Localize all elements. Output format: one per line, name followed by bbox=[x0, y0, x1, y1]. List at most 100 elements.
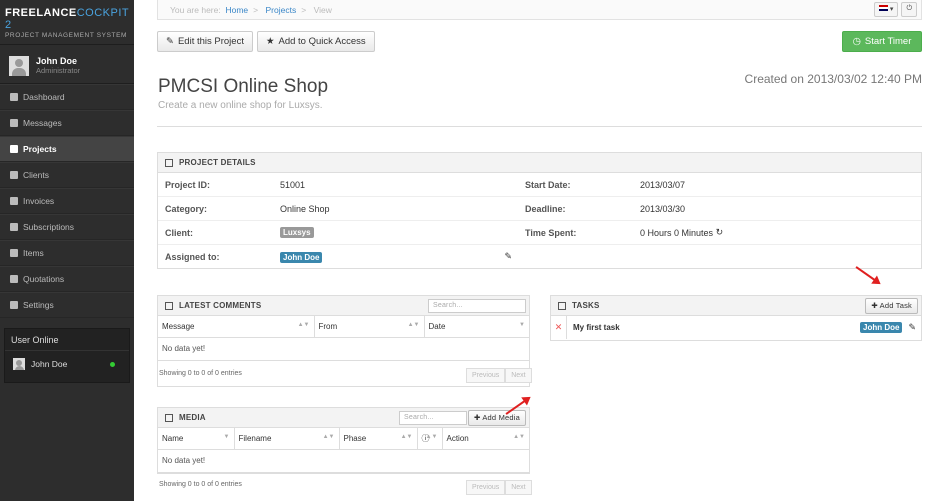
previous-button[interactable]: Previous bbox=[466, 480, 506, 495]
sidebar-item-items[interactable]: Items bbox=[0, 240, 134, 266]
panel-header: MEDIA Search... ✚ Add Media bbox=[158, 408, 529, 428]
sidebar-item-label: Settings bbox=[23, 300, 54, 310]
online-user-name: John Doe bbox=[31, 359, 68, 369]
project-details-panel: PROJECT DETAILS Project ID: 51001 Start … bbox=[157, 152, 922, 269]
language-selector[interactable]: ▾ bbox=[873, 2, 899, 17]
sidebar: FREELANCECOCKPIT 2 PROJECT MANAGEMENT SY… bbox=[0, 0, 134, 501]
task-assignee-tag[interactable]: John Doe bbox=[860, 322, 903, 333]
sidebar-item-dashboard[interactable]: Dashboard bbox=[0, 84, 134, 110]
star-icon: ★ bbox=[265, 36, 275, 47]
sidebar-item-settings[interactable]: Settings bbox=[0, 292, 134, 318]
column-header[interactable]: Action ▲▼ bbox=[442, 428, 529, 450]
category-label: Category: bbox=[158, 197, 273, 221]
online-user[interactable]: John Doe bbox=[5, 351, 129, 370]
main-content: You are here: Home > Projects > View ▾ ⏻ ✎… bbox=[157, 0, 922, 495]
sidebar-item-messages[interactable]: Messages bbox=[0, 110, 134, 136]
clock-icon: ◷ bbox=[852, 36, 861, 47]
app-logo[interactable]: FREELANCECOCKPIT 2 PROJECT MANAGEMENT SY… bbox=[0, 0, 134, 45]
comments-table: Message ▲▼ From ▲▼ Date ▼ No data yet! bbox=[158, 316, 529, 361]
flag-icon bbox=[878, 5, 888, 11]
subscription-icon bbox=[10, 223, 18, 231]
logout-button[interactable]: ⏻ bbox=[901, 2, 917, 17]
column-label: Action bbox=[446, 433, 469, 443]
assigned-label: Assigned to: bbox=[165, 252, 220, 262]
edit-project-button[interactable]: ✎ Edit this Project bbox=[157, 31, 253, 52]
plus-icon: ✚ bbox=[871, 301, 878, 310]
user-role: Administrator bbox=[36, 66, 81, 75]
sidebar-item-invoices[interactable]: Invoices bbox=[0, 188, 134, 214]
client-label: Client: bbox=[158, 221, 273, 245]
media-info: Showing 0 to 0 of 0 entries bbox=[159, 481, 242, 488]
assignee-tag[interactable]: John Doe bbox=[280, 251, 323, 263]
invoice-icon bbox=[10, 197, 18, 205]
folder-icon bbox=[165, 413, 173, 422]
panel-title: PROJECT DETAILS bbox=[179, 158, 256, 167]
next-button[interactable]: Next bbox=[505, 368, 532, 383]
user-name: John Doe bbox=[36, 56, 78, 66]
project-id-value: 51001 bbox=[273, 173, 518, 197]
client-value: Luxsys bbox=[273, 221, 518, 245]
add-media-button[interactable]: ✚ Add Media bbox=[467, 410, 526, 426]
column-header[interactable]: Filename ▲▼ bbox=[234, 428, 340, 450]
column-header[interactable]: From ▲▼ bbox=[314, 316, 425, 338]
breadcrumb-current: View bbox=[313, 5, 332, 15]
avatar bbox=[9, 55, 29, 76]
breadcrumb-home[interactable]: Home bbox=[225, 5, 248, 15]
task-item[interactable]: ✕ My first task John Doe ✎ bbox=[551, 316, 921, 339]
column-label: Name bbox=[162, 433, 184, 443]
empty-row: No data yet! bbox=[158, 449, 529, 473]
media-table: Name ▼ Filename ▲▼ Phase ▲▼ ⓘ ▲▼ Action ▲▼ No… bbox=[158, 428, 529, 473]
edit-task-icon[interactable]: ✎ bbox=[908, 322, 916, 333]
panel-title: LATEST COMMENTS bbox=[179, 301, 262, 310]
project-id-label: Project ID: bbox=[158, 173, 273, 197]
add-media-label: Add Media bbox=[482, 413, 520, 422]
sidebar-item-label: Items bbox=[23, 248, 44, 258]
column-label: Phase bbox=[343, 433, 367, 443]
delete-task-icon[interactable]: ✕ bbox=[551, 316, 567, 339]
column-header[interactable]: Phase ▲▼ bbox=[339, 428, 418, 450]
column-header[interactable]: ⓘ ▲▼ bbox=[417, 428, 443, 450]
sidebar-item-projects[interactable]: Projects bbox=[0, 136, 134, 162]
sort-icon: ▲▼ bbox=[322, 434, 335, 440]
breadcrumb-projects[interactable]: Projects bbox=[266, 5, 297, 15]
edit-project-label: Edit this Project bbox=[177, 36, 244, 47]
column-header[interactable]: Message ▲▼ bbox=[158, 316, 315, 338]
refresh-icon[interactable]: ↻ bbox=[716, 227, 724, 238]
breadcrumb-separator: > bbox=[253, 5, 259, 15]
sidebar-item-clients[interactable]: Clients bbox=[0, 162, 134, 188]
online-status-dot bbox=[110, 361, 115, 367]
column-label: From bbox=[318, 321, 338, 331]
divider bbox=[157, 126, 922, 127]
comment-icon bbox=[165, 301, 173, 310]
comments-search-input[interactable]: Search... bbox=[428, 299, 526, 313]
sort-icon: ▲▼ bbox=[425, 434, 438, 440]
sidebar-item-subscriptions[interactable]: Subscriptions bbox=[0, 214, 134, 240]
sort-icon: ▲▼ bbox=[513, 434, 525, 440]
previous-button[interactable]: Previous bbox=[466, 368, 506, 383]
deadline-label: Deadline: bbox=[518, 197, 633, 221]
breadcrumb-separator: > bbox=[301, 5, 307, 15]
add-task-button[interactable]: ✚ Add Task bbox=[865, 298, 918, 314]
quotation-icon bbox=[10, 275, 18, 283]
time-spent-value: 0 Hours 0 Minutes ↻ bbox=[633, 221, 921, 245]
breadcrumb-prefix: You are here: bbox=[170, 5, 221, 15]
page-title: PMCSI Online Shop bbox=[158, 76, 329, 97]
add-quick-access-button[interactable]: ★ Add to Quick Access bbox=[256, 31, 375, 52]
tasks-panel: TASKS ✚ Add Task ✕ My first task John Do… bbox=[550, 295, 922, 341]
edit-assignee-icon[interactable]: ✎ bbox=[504, 251, 512, 262]
column-header[interactable]: Name ▼ bbox=[158, 428, 235, 450]
media-search-input[interactable]: Search... bbox=[399, 411, 467, 425]
next-button[interactable]: Next bbox=[505, 480, 532, 495]
sidebar-item-label: Quotations bbox=[23, 274, 65, 284]
sidebar-item-label: Clients bbox=[23, 170, 49, 180]
sort-desc-icon: ▼ bbox=[519, 322, 525, 328]
app-tagline: PROJECT MANAGEMENT SYSTEM bbox=[5, 32, 128, 39]
sidebar-item-quotations[interactable]: Quotations bbox=[0, 266, 134, 292]
sidebar-item-label: Invoices bbox=[23, 196, 55, 206]
start-timer-button[interactable]: ◷ Start Timer bbox=[842, 31, 922, 52]
power-icon: ⏻ bbox=[906, 5, 912, 12]
column-header[interactable]: Date ▼ bbox=[424, 316, 529, 338]
client-tag[interactable]: Luxsys bbox=[280, 227, 314, 238]
file-icon bbox=[10, 249, 18, 257]
current-user[interactable]: John Doe Administrator bbox=[0, 48, 134, 84]
